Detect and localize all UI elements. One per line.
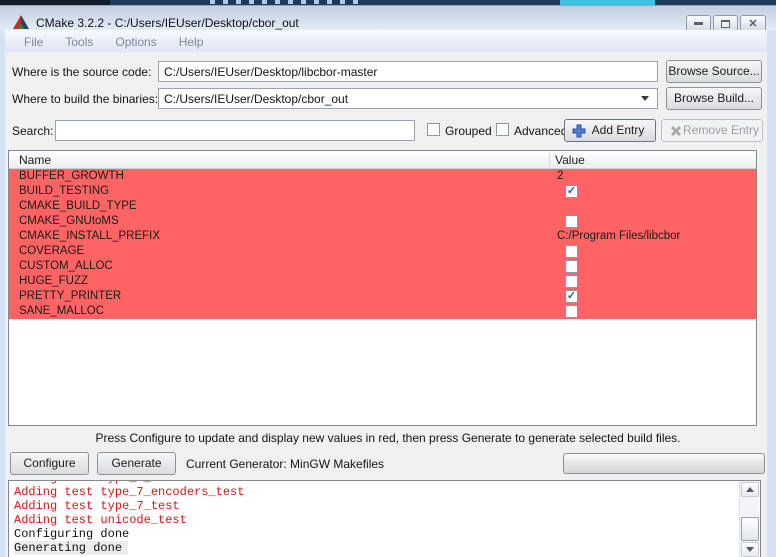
row-name: CMAKE_INSTALL_PREFIX bbox=[19, 229, 160, 244]
scrollbar-up-button[interactable] bbox=[741, 482, 759, 497]
row-name: CMAKE_BUILD_TYPE bbox=[19, 199, 137, 214]
add-entry-button[interactable]: Add Entry bbox=[564, 119, 656, 142]
row-checkbox-checked[interactable]: ✓ bbox=[565, 290, 578, 303]
build-path-value: C:/Users/IEUser/Desktop/cbor_out bbox=[164, 92, 348, 106]
title-bar[interactable]: CMake 3.2.2 - C:/Users/IEUser/Desktop/cb… bbox=[0, 5, 776, 30]
scrollbar-down-button[interactable] bbox=[741, 542, 759, 557]
screen: CMake 3.2.2 - C:/Users/IEUser/Desktop/cb… bbox=[0, 0, 776, 557]
scrollbar-thumb[interactable] bbox=[741, 517, 759, 541]
remove-entry-button[interactable]: Remove Entry bbox=[661, 119, 763, 142]
row-checkbox-unchecked[interactable] bbox=[565, 215, 578, 228]
table-row[interactable]: BUFFER_GROWTH 2 bbox=[9, 169, 756, 184]
log-line: Adding test type_7_test bbox=[14, 499, 760, 513]
advanced-label[interactable]: Advanced bbox=[514, 124, 567, 138]
row-name: PRETTY_PRINTER bbox=[19, 289, 121, 304]
add-plus-icon bbox=[572, 124, 586, 138]
row-checkbox-unchecked[interactable] bbox=[565, 305, 578, 318]
row-value[interactable]: C:/Program Files/libcbor bbox=[557, 229, 680, 244]
remove-entry-label: Remove Entry bbox=[683, 123, 759, 137]
row-name: BUILD_TESTING bbox=[19, 184, 109, 199]
cache-table: Name Value BUFFER_GROWTH 2 BUILD_TESTING ✓ C… bbox=[8, 150, 757, 426]
progress-bar bbox=[563, 453, 765, 474]
table-row[interactable]: CMAKE_GNUtoMS bbox=[9, 214, 756, 229]
table-row[interactable]: CMAKE_INSTALL_PREFIX C:/Program Files/lib… bbox=[9, 229, 756, 244]
menu-item-options[interactable]: Options bbox=[104, 35, 167, 49]
table-row[interactable]: CUSTOM_ALLOC bbox=[9, 259, 756, 274]
row-value[interactable]: 2 bbox=[557, 169, 563, 184]
window-frame-left bbox=[0, 30, 5, 557]
search-label: Search: bbox=[12, 124, 53, 138]
source-code-label: Where is the source code: bbox=[12, 65, 151, 79]
source-path-input[interactable]: C:/Users/IEUser/Desktop/libcbor-master bbox=[158, 61, 658, 82]
browse-source-button[interactable]: Browse Source... bbox=[666, 60, 762, 83]
log-line: Configuring done bbox=[14, 527, 760, 541]
column-header-name[interactable]: Name bbox=[19, 153, 51, 167]
scroll-down-icon bbox=[746, 547, 754, 552]
row-name: COVERAGE bbox=[19, 244, 84, 259]
advanced-checkbox[interactable] bbox=[496, 123, 509, 136]
row-name: SANE_MALLOC bbox=[19, 304, 104, 319]
search-input[interactable] bbox=[55, 120, 415, 141]
log-line: Adding test unicode_test bbox=[14, 513, 760, 527]
browse-build-button[interactable]: Browse Build... bbox=[666, 87, 762, 110]
row-name: BUFFER_GROWTH bbox=[19, 169, 124, 184]
table-row[interactable]: SANE_MALLOC bbox=[9, 304, 756, 319]
row-name: CUSTOM_ALLOC bbox=[19, 259, 113, 274]
row-name: CMAKE_GNUtoMS bbox=[19, 214, 119, 229]
row-checkbox-unchecked[interactable] bbox=[565, 245, 578, 258]
menu-item-help[interactable]: Help bbox=[168, 35, 215, 49]
cache-table-header[interactable]: Name Value bbox=[9, 151, 756, 169]
cmake-logo-icon bbox=[13, 15, 29, 31]
configure-button[interactable]: Configure bbox=[10, 452, 89, 475]
minimize-icon bbox=[694, 22, 703, 25]
table-row[interactable]: HUGE_FUZZ bbox=[9, 274, 756, 289]
combo-dropdown-arrow-icon[interactable] bbox=[641, 96, 649, 101]
grouped-checkbox[interactable] bbox=[427, 123, 440, 136]
table-row[interactable]: PRETTY_PRINTER ✓ bbox=[9, 289, 756, 304]
table-row[interactable]: COVERAGE bbox=[9, 244, 756, 259]
configure-hint-text: Press Configure to update and display ne… bbox=[0, 431, 776, 445]
log-line: Generating done bbox=[14, 541, 760, 555]
window-title: CMake 3.2.2 - C:/Users/IEUser/Desktop/cb… bbox=[36, 16, 299, 30]
close-icon: ✕ bbox=[748, 18, 757, 30]
desktop-segment bbox=[210, 0, 360, 4]
menu-item-file[interactable]: File bbox=[13, 35, 54, 49]
menu-bar: FileToolsOptionsHelp bbox=[5, 30, 767, 52]
row-checkbox-unchecked[interactable] bbox=[565, 260, 578, 273]
window-frame-right bbox=[767, 30, 776, 557]
table-row[interactable]: CMAKE_BUILD_TYPE bbox=[9, 199, 756, 214]
output-log-lines: Adding test type_6_testAdding test type_… bbox=[9, 480, 760, 555]
log-scrollbar[interactable] bbox=[739, 481, 759, 557]
table-row[interactable]: BUILD_TESTING ✓ bbox=[9, 184, 756, 199]
row-checkbox-checked[interactable]: ✓ bbox=[565, 185, 578, 198]
add-entry-label: Add Entry bbox=[592, 123, 645, 137]
build-binaries-label: Where to build the binaries: bbox=[12, 92, 158, 106]
output-log[interactable]: Adding test type_6_testAdding test type_… bbox=[8, 480, 761, 557]
remove-x-icon bbox=[670, 125, 682, 137]
scroll-up-icon bbox=[746, 487, 754, 492]
row-name: HUGE_FUZZ bbox=[19, 274, 88, 289]
current-generator-label: Current Generator: MinGW Makefiles bbox=[186, 457, 384, 471]
column-header-value[interactable]: Value bbox=[555, 153, 585, 167]
row-checkbox-unchecked[interactable] bbox=[565, 275, 578, 288]
log-line: Adding test type_7_encoders_test bbox=[14, 485, 760, 499]
grouped-label[interactable]: Grouped bbox=[445, 124, 492, 138]
generate-button[interactable]: Generate bbox=[97, 452, 176, 475]
cache-table-body: BUFFER_GROWTH 2 BUILD_TESTING ✓ CMAKE_BUILD_… bbox=[9, 169, 756, 319]
maximize-icon bbox=[721, 20, 730, 28]
menu-item-tools[interactable]: Tools bbox=[54, 35, 104, 49]
column-divider[interactable] bbox=[549, 153, 550, 167]
build-path-combobox[interactable]: C:/Users/IEUser/Desktop/cbor_out bbox=[158, 88, 658, 109]
